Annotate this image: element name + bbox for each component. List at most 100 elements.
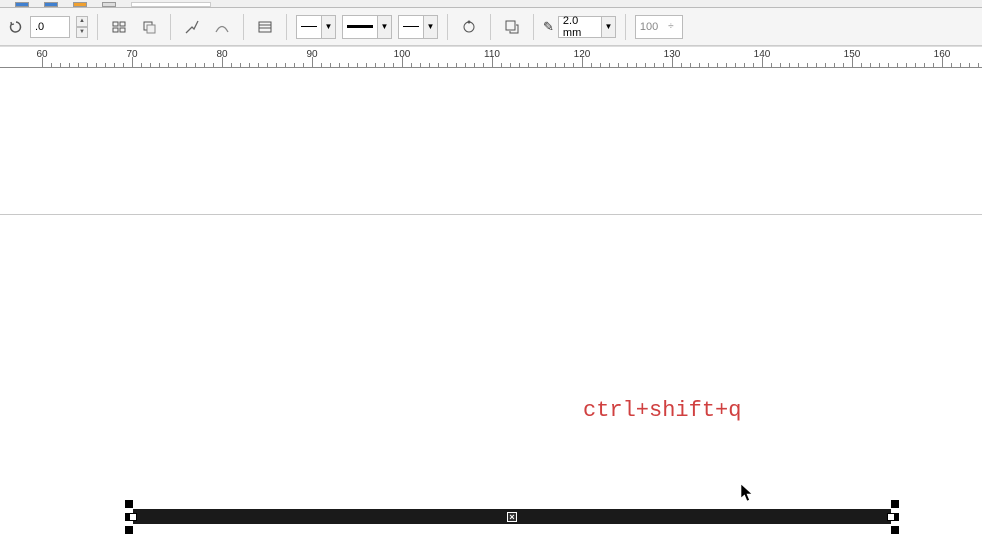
rotation-input[interactable] <box>30 16 70 38</box>
ruler-tick-minor <box>267 63 268 67</box>
ruler-tick-minor <box>546 63 547 67</box>
ruler-tick-minor <box>429 63 430 67</box>
ruler-tick-minor <box>465 63 466 67</box>
horizontal-ruler: 60708090100110120130140150160 <box>0 46 982 68</box>
property-bar: ▲ ▼ ▼ ▼ ▼ <box>0 8 982 46</box>
ruler-tick-minor <box>771 63 772 67</box>
divider <box>170 14 171 40</box>
ruler-tick-minor <box>834 63 835 67</box>
bezier-icon[interactable] <box>210 15 234 39</box>
fragment-icon <box>73 2 87 7</box>
divider <box>243 14 244 40</box>
align-distribute-icon[interactable] <box>107 15 131 39</box>
ruler-tick-minor <box>780 63 781 67</box>
ruler-tick-minor <box>843 63 844 67</box>
ruler-tick-minor <box>555 63 556 67</box>
ruler-tick-minor <box>960 63 961 67</box>
ruler-tick-minor <box>825 63 826 67</box>
ruler-tick-minor <box>528 63 529 67</box>
wrap-icon[interactable] <box>253 15 277 39</box>
ruler-tick-minor <box>150 63 151 67</box>
start-arrowhead-combo[interactable]: ▼ <box>296 15 336 39</box>
ruler-label: 100 <box>394 49 411 60</box>
chevron-down-icon: ▼ <box>377 16 391 38</box>
ruler-tick-minor <box>204 63 205 67</box>
auto-close-icon[interactable] <box>500 15 524 39</box>
ruler-tick-minor <box>420 63 421 67</box>
selection-handle[interactable] <box>125 500 133 508</box>
ruler-tick-minor <box>141 63 142 67</box>
ruler-tick-minor <box>474 63 475 67</box>
ruler-tick-minor <box>717 63 718 67</box>
ruler-tick-minor <box>384 63 385 67</box>
ruler-tick-minor <box>798 63 799 67</box>
fragment-icon <box>15 2 29 7</box>
upper-toolbar-fragment <box>0 0 982 8</box>
page-boundary <box>0 214 982 215</box>
ruler-tick-minor <box>258 63 259 67</box>
ruler-tick-minor <box>348 63 349 67</box>
rotation-icon <box>8 19 24 35</box>
selection-handle[interactable] <box>891 526 899 534</box>
ruler-tick-minor <box>663 63 664 67</box>
duplicate-distance-input[interactable]: 100 ÷ <box>635 15 683 39</box>
ruler-tick-minor <box>276 63 277 67</box>
ruler-tick-minor <box>438 63 439 67</box>
ruler-tick-minor <box>213 63 214 67</box>
ruler-tick-minor <box>933 63 934 67</box>
outline-width-group: ✎ 2.0 mm ▼ <box>543 16 616 38</box>
ruler-label: 130 <box>664 49 681 60</box>
ruler-tick-minor <box>618 63 619 67</box>
ruler-tick-minor <box>807 63 808 67</box>
selection-handle[interactable] <box>891 500 899 508</box>
end-arrowhead-combo[interactable]: ▼ <box>398 15 438 39</box>
duplicate-distance-value: 100 <box>640 21 664 33</box>
divider <box>447 14 448 40</box>
ruler-tick-minor <box>564 63 565 67</box>
divider <box>490 14 491 40</box>
annotation-overlay: ctrl+shift+q <box>583 398 741 423</box>
selection-handle[interactable] <box>125 526 133 534</box>
ruler-tick-minor <box>609 63 610 67</box>
ruler-tick-minor <box>510 63 511 67</box>
ruler-tick-minor <box>906 63 907 67</box>
line-tool-icon[interactable] <box>180 15 204 39</box>
ruler-tick-minor <box>708 63 709 67</box>
rotation-spin-up[interactable]: ▲ <box>76 16 88 27</box>
ruler-tick-minor <box>159 63 160 67</box>
outline-width-combo[interactable]: 2.0 mm ▼ <box>558 16 616 38</box>
ruler-tick-minor <box>303 63 304 67</box>
ruler-label: 70 <box>126 49 137 60</box>
ruler-tick-minor <box>186 63 187 67</box>
ruler-tick-minor <box>249 63 250 67</box>
ruler-tick-minor <box>681 63 682 67</box>
ruler-tick-minor <box>627 63 628 67</box>
ruler-tick-minor <box>726 63 727 67</box>
rotation-spin-down[interactable]: ▼ <box>76 27 88 38</box>
ruler-tick-minor <box>861 63 862 67</box>
chevron-down-icon: ▼ <box>423 16 437 38</box>
ruler-tick-minor <box>87 63 88 67</box>
center-marker[interactable]: × <box>507 512 517 522</box>
order-icon[interactable] <box>137 15 161 39</box>
rotation-spinner[interactable]: ▲ ▼ <box>76 16 88 38</box>
ruler-tick-minor <box>78 63 79 67</box>
ruler-tick-minor <box>411 63 412 67</box>
ruler-tick-minor <box>951 63 952 67</box>
ruler-tick-minor <box>114 63 115 67</box>
canvas[interactable]: ctrl+shift+q × <box>0 68 982 558</box>
line-node-handle[interactable] <box>887 513 895 521</box>
selected-line-object[interactable]: × <box>125 506 899 528</box>
ruler-tick-minor <box>816 63 817 67</box>
ruler-tick-minor <box>285 63 286 67</box>
ruler-tick-minor <box>123 63 124 67</box>
line-style-combo[interactable]: ▼ <box>342 15 392 39</box>
ruler-tick-minor <box>744 63 745 67</box>
ruler-tick-minor <box>978 63 979 67</box>
ruler-tick-minor <box>240 63 241 67</box>
divider <box>625 14 626 40</box>
ruler-tick-minor <box>636 63 637 67</box>
ruler-tick-minor <box>915 63 916 67</box>
close-curve-icon[interactable] <box>457 15 481 39</box>
line-node-handle[interactable] <box>129 513 137 521</box>
